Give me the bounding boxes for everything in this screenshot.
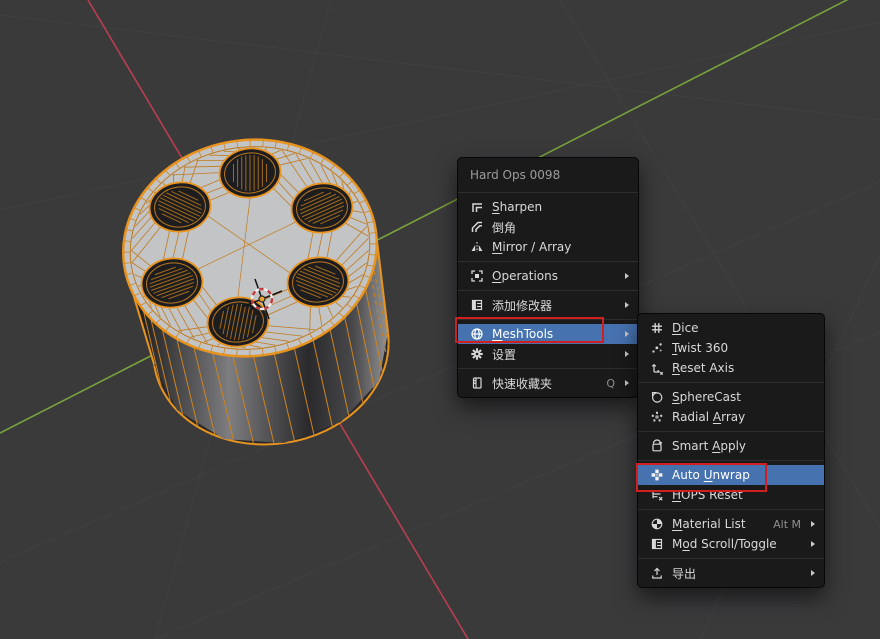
- menu-item-label: Radial Array: [672, 410, 746, 424]
- menu-separator: [458, 368, 638, 369]
- menu-item-hops-reset[interactable]: HOPS Reset: [638, 485, 824, 505]
- menu-item-bevel[interactable]: 倒角: [458, 217, 638, 237]
- menu-item-meshtools[interactable]: MeshTools: [458, 324, 638, 344]
- menu-item-label: Reset Axis: [672, 361, 735, 375]
- dice-icon: [649, 321, 664, 335]
- menu-item-label: Operations: [492, 269, 558, 283]
- quick-favorites-icon: [469, 376, 484, 390]
- gear-icon: [469, 347, 484, 361]
- modifier-icon: [469, 298, 484, 312]
- submenu-arrow-icon: [625, 380, 629, 386]
- radial-array-icon: [649, 410, 664, 424]
- menu-item-dice[interactable]: Dice: [638, 318, 824, 338]
- menu-item-material-list[interactable]: Material List Alt M: [638, 514, 824, 534]
- menu-item-label: Mod Scroll/Toggle: [672, 537, 777, 551]
- menu-item-quick-favorites[interactable]: 快速收藏夹 Q: [458, 373, 638, 393]
- twist-360-icon: [649, 341, 664, 355]
- submenu-arrow-icon: [811, 541, 815, 547]
- reset-axis-icon: [649, 361, 664, 375]
- menu-separator: [458, 290, 638, 291]
- menu-item-radial-array[interactable]: Radial Array: [638, 407, 824, 427]
- submenu-arrow-icon: [625, 351, 629, 357]
- menu-item-label: Sharpen: [492, 200, 543, 214]
- menu-item-twist-360[interactable]: Twist 360: [638, 338, 824, 358]
- menu-item-label: HOPS Reset: [672, 488, 743, 502]
- menu-item-smart-apply[interactable]: Smart Apply: [638, 436, 824, 456]
- menu-item-label: 倒角: [492, 220, 517, 235]
- menu-item-operations[interactable]: Operations: [458, 266, 638, 286]
- menu-item-label: Mirror / Array: [492, 240, 572, 254]
- spherecast-icon: [649, 390, 664, 404]
- shortcut-label: Q: [606, 376, 615, 390]
- menu-item-mirror-array[interactable]: Mirror / Array: [458, 237, 638, 257]
- menu-separator: [638, 460, 824, 461]
- menu-separator: [458, 319, 638, 320]
- sharpen-icon: [469, 200, 484, 214]
- mod-scroll-icon: [649, 537, 664, 551]
- mirror-array-icon: [469, 240, 484, 254]
- export-icon: [649, 566, 664, 580]
- submenu-arrow-icon: [625, 273, 629, 279]
- menu-separator: [638, 558, 824, 559]
- material-list-icon: [649, 517, 664, 531]
- menu-item-add-modifier[interactable]: 添加修改器: [458, 295, 638, 315]
- meshtools-submenu: Dice Twist 360 Reset Axis SphereCast Rad…: [637, 313, 825, 588]
- operations-icon: [469, 269, 484, 283]
- hardops-menu: Hard Ops 0098 Sharpen 倒角 Mirror / Array …: [457, 157, 639, 398]
- menu-item-label: 导出: [672, 566, 697, 581]
- menu-item-label: MeshTools: [492, 327, 554, 341]
- menu-item-spherecast[interactable]: SphereCast: [638, 387, 824, 407]
- menu-separator: [638, 382, 824, 383]
- menu-item-label: 设置: [492, 347, 517, 362]
- menu-item-sharpen[interactable]: Sharpen: [458, 197, 638, 217]
- menu-item-export[interactable]: 导出: [638, 563, 824, 583]
- menu-separator: [638, 431, 824, 432]
- menu-item-reset-axis[interactable]: Reset Axis: [638, 358, 824, 378]
- submenu-arrow-icon: [625, 302, 629, 308]
- menu-item-label: Material List: [672, 517, 746, 531]
- menu-item-auto-unwrap[interactable]: Auto Unwrap: [638, 465, 824, 485]
- smart-apply-icon: [649, 439, 664, 453]
- menu-item-label: Auto Unwrap: [672, 468, 750, 482]
- auto-unwrap-icon: [649, 468, 664, 482]
- shortcut-label: Alt M: [773, 517, 801, 531]
- menu-separator: [458, 192, 638, 193]
- menu-item-label: Smart Apply: [672, 439, 747, 453]
- menu-item-label: SphereCast: [672, 390, 741, 404]
- blender-3d-viewport[interactable]: Hard Ops 0098 Sharpen 倒角 Mirror / Array …: [0, 0, 880, 639]
- meshtools-icon: [469, 327, 484, 341]
- menu-separator: [638, 509, 824, 510]
- menu-item-label: Dice: [672, 321, 699, 335]
- submenu-arrow-icon: [625, 331, 629, 337]
- menu-item-label: 快速收藏夹: [492, 376, 553, 391]
- menu-item-settings[interactable]: 设置: [458, 344, 638, 364]
- menu-separator: [458, 261, 638, 262]
- submenu-arrow-icon: [811, 570, 815, 576]
- bevel-icon: [469, 220, 484, 234]
- menu-item-mod-scroll-toggle[interactable]: Mod Scroll/Toggle: [638, 534, 824, 554]
- menu-title: Hard Ops 0098: [470, 168, 561, 182]
- hops-reset-icon: [649, 488, 664, 502]
- menu-item-label: Twist 360: [672, 341, 729, 355]
- submenu-arrow-icon: [811, 521, 815, 527]
- menu-item-label: 添加修改器: [492, 298, 553, 313]
